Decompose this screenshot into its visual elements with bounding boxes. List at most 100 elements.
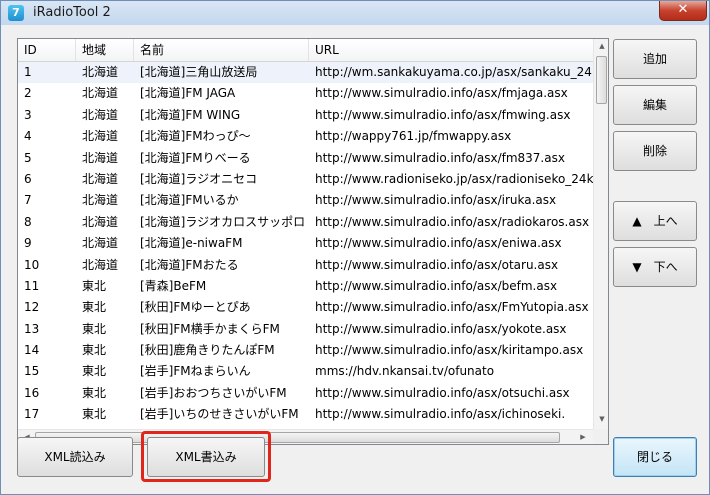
highlight-annotation — [141, 431, 271, 482]
cell-url: http://wm.sankakuyama.co.jp/asx/sankaku_… — [315, 65, 593, 79]
app-window: 7 iRadioTool 2 ✕ ID 地域 名前 URL 1 北海道 [北海道]三… — [0, 0, 710, 495]
close-button[interactable]: 閉じる — [613, 437, 697, 477]
cell-id: 9 — [24, 236, 32, 251]
cell-region: 東北 — [82, 385, 107, 400]
cell-url: http://wappy761.jp/fmwappy.asx — [315, 129, 512, 144]
cell-name: [北海道]FMりべーる — [140, 150, 251, 165]
app-icon: 7 — [8, 5, 24, 21]
cell-name: [北海道]ラジオカロスサッポロ — [140, 214, 306, 229]
cell-url: mms://hdv.nkansai.tv/ofunato — [315, 364, 495, 379]
cell-region: 北海道 — [82, 107, 119, 122]
cell-region: 東北 — [82, 407, 107, 422]
cell-name: [秋田]鹿角きりたんぽFM — [140, 343, 275, 358]
cell-region: 北海道 — [82, 214, 119, 229]
cell-url: http://www.simulradio.info/asx/FmYutopia… — [315, 300, 589, 315]
table-row[interactable]: 17 東北 [岩手]いちのせきさいがいFM http://www.simulradio… — [18, 404, 593, 425]
cell-name: [北海道]FM JAGA — [140, 86, 236, 101]
cell-id: 16 — [24, 385, 40, 400]
table-row[interactable]: 10 北海道 [北海道]FMおたる http://www.simulradio.inf… — [18, 255, 593, 276]
cell-id: 13 — [24, 321, 40, 336]
cell-url: http://www.simulradio.info/asx/iruka.asx — [315, 193, 557, 208]
edit-button[interactable]: 編集 — [613, 85, 697, 125]
table-row[interactable]: 5 北海道 [北海道]FMりべーる http://www.simulradio.inf… — [18, 148, 593, 169]
table-row[interactable]: 9 北海道 [北海道]e-niwaFM http://www.simulradio.i… — [18, 233, 593, 254]
table-row[interactable]: 3 北海道 [北海道]FM WING http://www.simulradio.in… — [18, 105, 593, 126]
scroll-down-icon[interactable]: ▼ — [594, 415, 608, 423]
cell-url: http://www.simulradio.info/asx/fm837.asx — [315, 150, 565, 165]
close-window-button[interactable]: ✕ — [659, 1, 707, 21]
cell-name: [青森]BeFM — [140, 278, 207, 293]
cell-id: 15 — [24, 364, 40, 379]
cell-region: 北海道 — [82, 65, 119, 79]
scroll-right-icon[interactable]: ▶ — [575, 433, 591, 441]
cell-url: http://www.simulradio.info/asx/fmjaga.as… — [315, 86, 568, 101]
cell-region: 北海道 — [82, 193, 119, 208]
cell-id: 17 — [24, 407, 40, 422]
xml-load-button[interactable]: XML読込み — [17, 437, 133, 477]
column-header-url[interactable]: URL — [309, 39, 593, 61]
table-row[interactable]: 15 東北 [岩手]FMねまらいん mms://hdv.nkansai.tv/ofun… — [18, 361, 593, 382]
vertical-scrollbar[interactable]: ▲ ▼ — [593, 39, 608, 429]
add-button[interactable]: 追加 — [613, 39, 697, 79]
cell-url: http://www.simulradio.info/asx/eniwa.asx — [315, 236, 562, 251]
cell-name: [北海道]FMおたる — [140, 257, 239, 272]
scroll-up-icon[interactable]: ▲ — [594, 42, 608, 50]
table-row[interactable]: 12 東北 [秋田]FMゆーとぴあ http://www.simulradio.inf… — [18, 297, 593, 318]
title-bar: 7 iRadioTool 2 ✕ — [1, 1, 709, 25]
cell-region: 東北 — [82, 321, 107, 336]
cell-id: 14 — [24, 343, 40, 358]
cell-url: http://www.radioniseko.jp/asx/radionisek… — [315, 171, 593, 186]
cell-url: http://www.simulradio.info/asx/fmwing.as… — [315, 107, 571, 122]
window-title: iRadioTool 2 — [33, 5, 111, 20]
delete-button[interactable]: 削除 — [613, 131, 697, 171]
table-row[interactable]: 7 北海道 [北海道]FMいるか http://www.simulradio.info… — [18, 190, 593, 211]
table-row[interactable]: 4 北海道 [北海道]FMわっぴ〜 http://wappy761.jp/fmwapp… — [18, 126, 593, 147]
move-up-button[interactable]: ▲ 上へ — [613, 201, 697, 241]
list-header: ID 地域 名前 URL — [18, 39, 593, 62]
table-row[interactable]: 14 東北 [秋田]鹿角きりたんぽFM http://www.simulradio.i… — [18, 340, 593, 361]
table-row[interactable]: 2 北海道 [北海道]FM JAGA http://www.simulradio.in… — [18, 83, 593, 104]
cell-id: 3 — [24, 107, 32, 122]
table-row[interactable]: 13 東北 [秋田]FM横手かまくらFM http://www.simulradio.… — [18, 319, 593, 340]
table-row[interactable]: 1 北海道 [北海道]三角山放送局 http://wm.sankakuyama.co.… — [18, 62, 593, 84]
list-rows: 1 北海道 [北海道]三角山放送局 http://wm.sankakuyama.co.… — [18, 62, 593, 429]
cell-id: 7 — [24, 193, 32, 208]
cell-region: 東北 — [82, 300, 107, 315]
cell-name: [秋田]FM横手かまくらFM — [140, 321, 280, 336]
cell-id: 2 — [24, 86, 32, 101]
table-row[interactable]: 6 北海道 [北海道]ラジオニセコ http://www.radioniseko.jp… — [18, 169, 593, 190]
move-down-button[interactable]: ▼ 下へ — [613, 247, 697, 287]
cell-region: 東北 — [82, 278, 107, 293]
vertical-scroll-thumb[interactable] — [596, 56, 607, 104]
cell-id: 12 — [24, 300, 40, 315]
scroll-corner — [593, 429, 608, 444]
column-header-region[interactable]: 地域 — [76, 39, 134, 61]
table-row[interactable]: 11 東北 [青森]BeFM http://www.simulradio.info/a… — [18, 276, 593, 297]
cell-region: 北海道 — [82, 129, 119, 144]
cell-name: [北海道]FMいるか — [140, 193, 239, 208]
column-header-name[interactable]: 名前 — [134, 39, 309, 61]
cell-region: 北海道 — [82, 236, 119, 251]
cell-name: [北海道]FM WING — [140, 107, 241, 122]
cell-name: [北海道]FMわっぴ〜 — [140, 129, 251, 144]
cell-name: [北海道]e-niwaFM — [140, 236, 243, 251]
cell-url: http://www.simulradio.info/asx/otsuchi.a… — [315, 385, 570, 400]
cell-name: [北海道]ラジオニセコ — [140, 171, 258, 186]
table-row[interactable]: 8 北海道 [北海道]ラジオカロスサッポロ http://www.simulradio… — [18, 212, 593, 233]
column-header-id[interactable]: ID — [18, 39, 76, 61]
cell-region: 北海道 — [82, 257, 119, 272]
cell-url: http://www.simulradio.info/asx/kiritampo… — [315, 343, 584, 358]
cell-id: 6 — [24, 171, 32, 186]
cell-name: [岩手]おおつちさいがいFM — [140, 385, 287, 400]
cell-region: 東北 — [82, 364, 107, 379]
client-area: ID 地域 名前 URL 1 北海道 [北海道]三角山放送局 http://wm.sa… — [3, 25, 707, 492]
cell-region: 北海道 — [82, 171, 119, 186]
cell-region: 北海道 — [82, 86, 119, 101]
cell-name: [岩手]いちのせきさいがいFM — [140, 407, 299, 422]
cell-id: 4 — [24, 129, 32, 144]
cell-id: 8 — [24, 214, 32, 229]
station-list[interactable]: ID 地域 名前 URL 1 北海道 [北海道]三角山放送局 http://wm.sa… — [17, 38, 609, 445]
table-row[interactable]: 16 東北 [岩手]おおつちさいがいFM http://www.simulradio.… — [18, 383, 593, 404]
cell-url: http://www.simulradio.info/asx/yokote.as… — [315, 321, 567, 336]
cell-url: http://www.simulradio.info/asx/befm.asx — [315, 278, 558, 293]
